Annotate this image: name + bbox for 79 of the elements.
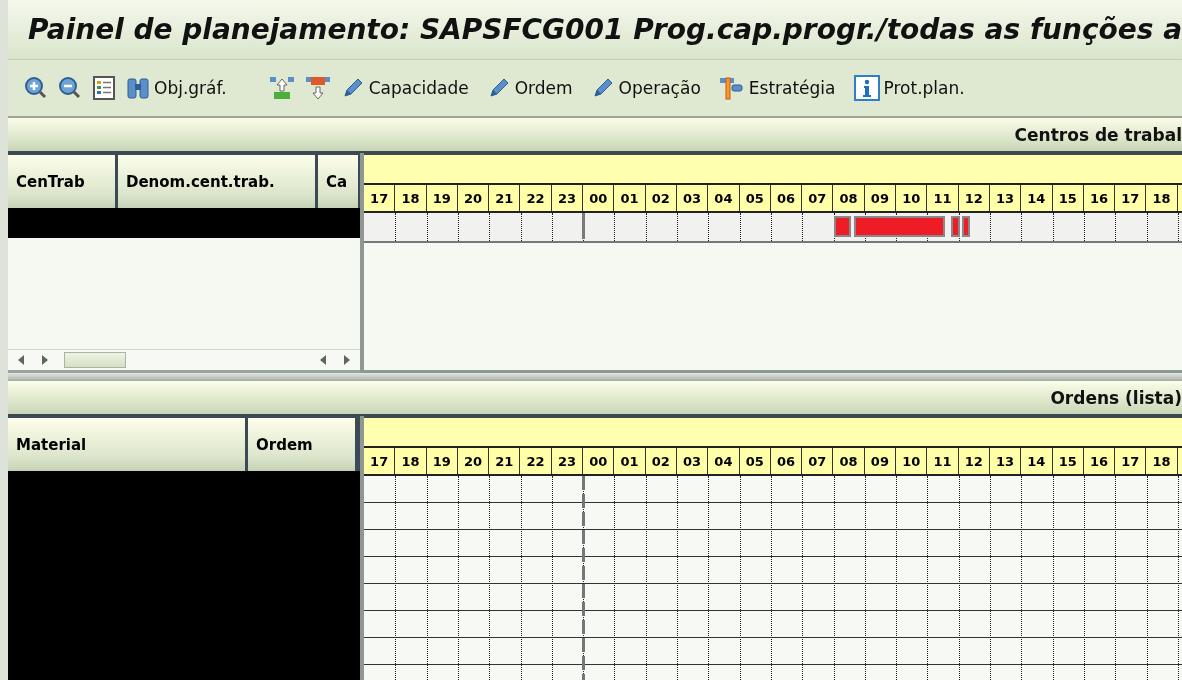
- tools-icon: [718, 75, 745, 101]
- hour-label: 14: [1021, 448, 1053, 474]
- list-button[interactable]: [90, 74, 118, 102]
- column-header[interactable]: Ca: [318, 155, 358, 208]
- gantt-bar[interactable]: [950, 216, 961, 237]
- hour-label: 05: [739, 448, 771, 474]
- hour-label: 06: [770, 448, 803, 474]
- hour-label: 03: [676, 185, 709, 211]
- scroll-right-icon: [40, 354, 50, 366]
- hour-label: 10: [896, 185, 928, 211]
- gantt-bar[interactable]: [961, 216, 970, 237]
- hour-label: 23: [551, 185, 584, 211]
- toolbar-button[interactable]: Capacidade: [338, 74, 471, 102]
- hour-label: 10: [896, 448, 928, 474]
- hour-label: 22: [520, 185, 552, 211]
- hour-label: 13: [989, 185, 1022, 211]
- hour-label: 20: [457, 185, 490, 211]
- hour-label: 12: [958, 185, 990, 211]
- toolbar-button[interactable]: Estratégia: [716, 73, 838, 103]
- hour-label: 16: [1083, 185, 1116, 211]
- hour-label: 21: [489, 185, 521, 211]
- hour-label: 09: [864, 185, 897, 211]
- hour-label: 02: [645, 185, 677, 211]
- hour-label: 22: [520, 448, 552, 474]
- scroll-left-icon: [318, 354, 328, 366]
- hour-label: 07: [802, 185, 834, 211]
- hour-label: 18: [1146, 185, 1178, 211]
- hour-label: 08: [833, 185, 865, 211]
- hour-label: 19: [426, 185, 458, 211]
- hour-label: 18: [395, 185, 427, 211]
- column-header[interactable]: Denom.cent.trab.: [118, 155, 315, 208]
- window-title: Painel de planejamento: SAPSFCG001 Prog.cap.progr./todas as funções a: [28, 13, 1182, 46]
- column-header[interactable]: Material: [8, 418, 245, 471]
- scroll-left-icon: [16, 354, 26, 366]
- hour-label: 05: [739, 185, 771, 211]
- hour-label: 21: [489, 448, 521, 474]
- scroll-right-icon: [342, 354, 352, 366]
- hour-label: 20: [457, 448, 490, 474]
- toolbar-button[interactable]: Ordem: [484, 74, 575, 102]
- hour-label: 12: [958, 448, 990, 474]
- hour-label: 09: [864, 448, 897, 474]
- hour-label: 01: [614, 448, 646, 474]
- panel-title: Centros de trabal: [1014, 124, 1182, 145]
- hour-label: 19: [426, 448, 458, 474]
- hour-label: 04: [708, 185, 740, 211]
- column-header[interactable]: CenTrab: [8, 155, 115, 208]
- hour-label: 11: [927, 448, 959, 474]
- hour-label: 17: [364, 448, 396, 474]
- hour-label: 15: [1052, 448, 1084, 474]
- hour-label: 06: [770, 185, 803, 211]
- hour-label: 01: [614, 185, 646, 211]
- hour-label: 08: [833, 448, 865, 474]
- hour-label: 13: [989, 448, 1022, 474]
- hour-label: 17: [364, 185, 396, 211]
- hour-label: 03: [676, 448, 709, 474]
- binoculars-icon: [126, 76, 150, 100]
- hour-label: 16: [1083, 448, 1116, 474]
- hour-label: 18: [1146, 448, 1178, 474]
- toolbar-button[interactable]: Operação: [588, 74, 703, 102]
- toolbar-button[interactable]: Prot.plan.: [851, 73, 967, 103]
- hour-label: 23: [551, 448, 584, 474]
- hour-label: 11: [927, 185, 959, 211]
- scrollbar[interactable]: [8, 349, 360, 373]
- hour-label: 00: [583, 185, 615, 211]
- info-icon: [853, 75, 880, 101]
- toolbar-button[interactable]: Obj.gráf.: [124, 74, 229, 102]
- hour-label: 17: [1115, 448, 1147, 474]
- hour-label: 14: [1021, 185, 1053, 211]
- hour-label: 00: [583, 448, 615, 474]
- hour-label: 02: [645, 448, 677, 474]
- hour-label: 18: [395, 448, 427, 474]
- panel-title: Ordens (lista): [1050, 387, 1182, 408]
- gantt-bar[interactable]: [833, 216, 851, 237]
- hour-label: 17: [1115, 185, 1147, 211]
- hour-label: 07: [802, 448, 834, 474]
- scroll-thumb[interactable]: [64, 352, 126, 368]
- hour-label: 04: [708, 448, 740, 474]
- column-header[interactable]: Ordem: [248, 418, 355, 471]
- hour-label: 15: [1052, 185, 1084, 211]
